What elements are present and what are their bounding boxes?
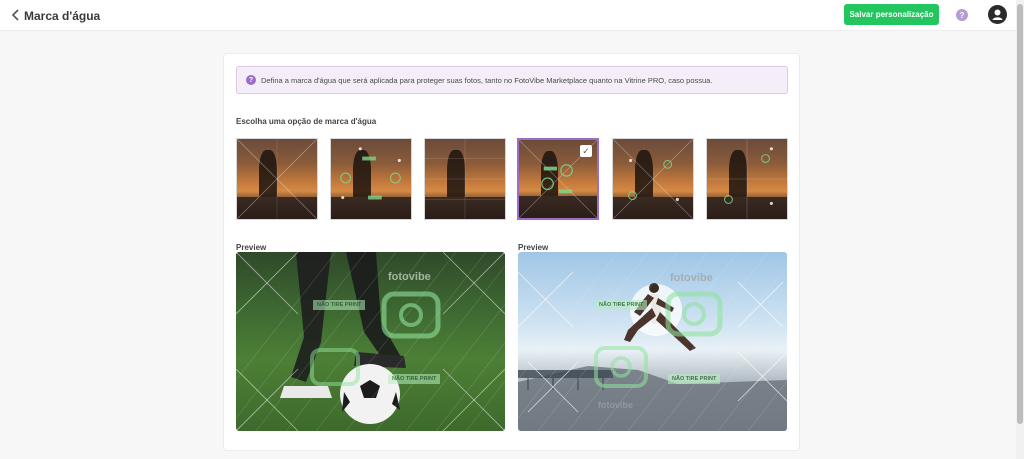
watermark-option-4[interactable]: ✓	[517, 138, 599, 220]
avatar[interactable]	[988, 5, 1007, 24]
watermark-stamp: NÃO TIRE PRINT	[388, 374, 441, 384]
info-banner: ? Defina a marca d'água que será aplicad…	[236, 66, 788, 94]
page-title: Marca d'água	[24, 9, 101, 23]
watermark-option-1[interactable]	[236, 138, 318, 220]
options-label: Escolha uma opção de marca d'água	[236, 117, 377, 126]
watermark-brand: fotovibe	[670, 272, 713, 284]
preview-label-2: Preview	[518, 243, 549, 252]
watermark-stamp: NÃO TIRE PRINT	[595, 300, 648, 310]
watermark-settings-card: ? Defina a marca d'água que será aplicad…	[223, 53, 800, 451]
preview-image-runner: fotovibe NÃO TIRE PRINT NÃO TIRE PRINT f…	[518, 252, 787, 431]
watermark-diagonal-pattern	[237, 139, 317, 219]
watermark-brand: fotovibe	[388, 271, 431, 283]
scrollbar-thumb[interactable]	[1017, 4, 1023, 424]
watermark-overlay	[518, 252, 787, 431]
watermark-overlay	[236, 252, 505, 431]
watermark-options: ✓	[236, 138, 788, 220]
scrollbar[interactable]	[1016, 0, 1024, 459]
top-bar: Marca d'água Salvar personalização ?	[0, 0, 1016, 31]
save-customization-button[interactable]: Salvar personalização	[844, 4, 939, 25]
selected-check-icon: ✓	[580, 145, 592, 157]
watermark-stamp: NÃO TIRE PRINT	[313, 300, 366, 310]
help-icon[interactable]: ?	[956, 9, 968, 21]
watermark-option-3[interactable]	[424, 138, 506, 220]
watermark-option-5[interactable]	[612, 138, 694, 220]
watermark-stamp-pattern	[340, 147, 401, 200]
question-icon: ?	[246, 75, 256, 85]
preview-image-soccer: fotovibe NÃO TIRE PRINT NÃO TIRE PRINT	[236, 252, 505, 431]
watermark-x-pattern	[613, 139, 693, 219]
watermark-option-6[interactable]	[706, 138, 788, 220]
preview-label-1: Preview	[236, 243, 267, 252]
watermark-brand: fotovibe	[598, 400, 633, 410]
watermark-lines-pattern	[425, 139, 505, 219]
watermark-stamp: NÃO TIRE PRINT	[668, 374, 721, 384]
info-text: Defina a marca d'água que será aplicada …	[261, 75, 713, 85]
watermark-option-2[interactable]	[330, 138, 412, 220]
user-icon	[992, 9, 1003, 20]
back-arrow-icon[interactable]	[9, 8, 23, 22]
watermark-corner-pattern	[707, 139, 787, 219]
